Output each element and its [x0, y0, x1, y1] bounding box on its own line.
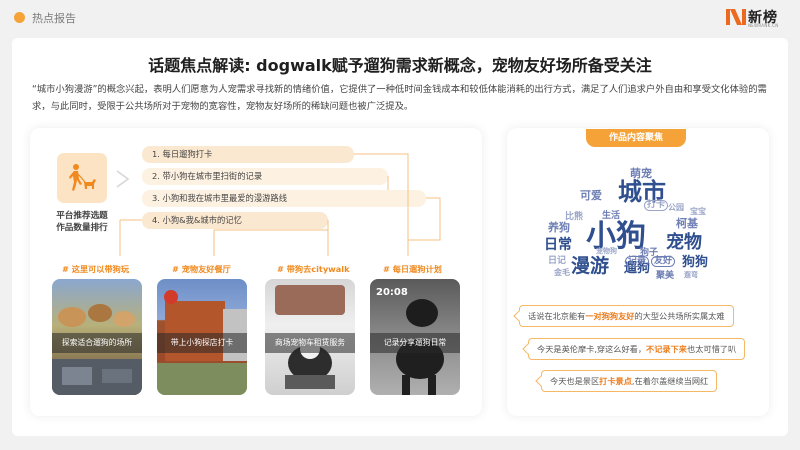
cloud-word: 聚美 [656, 271, 675, 281]
cloud-word: 漫游 [571, 255, 610, 277]
cloud-word: 宝宝 [690, 207, 706, 216]
thumbnail-caption: 探索适合遛狗的场所 [52, 333, 142, 353]
cloud-word: 打卡 [644, 200, 669, 211]
cloud-word: 宠物狗 [596, 247, 617, 255]
cloud-word: 狗子 [640, 248, 659, 258]
tag-dog-citywalk[interactable]: # 带狗去citywalk [277, 263, 350, 275]
cloud-word: 可爱 [580, 189, 602, 202]
thumbnail-2[interactable]: 带上小狗探店打卡 [157, 279, 247, 395]
thumbnail-1[interactable]: 探索适合遛狗的场所 [52, 279, 142, 395]
quote-bubble-2: 今天是英伦摩卡,穿这么好看，不记录下来也太可惜了叭 [522, 338, 746, 360]
focus-section-label: 作品内容聚焦 [586, 129, 686, 147]
cloud-word: 宠物 [666, 232, 702, 253]
tag-daily-walk[interactable]: # 每日遛狗计划 [383, 263, 442, 275]
thumbnail-caption: 带上小狗探店打卡 [157, 333, 247, 353]
quote-bubble-3: 今天也是景区打卡景点,在着尔盖继续当网红 [535, 370, 718, 392]
cloud-word: 日常 [544, 237, 572, 253]
quote-bubble-1: 话说在北京能有一对狗狗友好的大型公共场所实属太难 [513, 305, 734, 327]
cloud-word: 日记 [548, 256, 567, 266]
thumbnail-caption: 记录分享遛狗日常 [370, 333, 460, 353]
cloud-word: 萌宠 [630, 167, 652, 180]
cloud-word: 公园 [668, 203, 684, 212]
tag-pet-restaurant[interactable]: # 宠物友好餐厅 [172, 263, 231, 275]
cloud-word: 遛弯 [684, 271, 698, 279]
thumbnail-4[interactable]: 20:08 记录分享遛狗日常 [370, 279, 460, 395]
cloud-word: 养狗 [548, 221, 570, 234]
tag-pet-play[interactable]: # 这里可以带狗玩 [62, 263, 129, 275]
thumbnail-3[interactable]: 商场宠物车租赁服务 [265, 279, 355, 395]
cloud-word: 金毛 [554, 268, 570, 277]
thumbnail-timestamp: 20:08 [376, 287, 408, 298]
cloud-word: 狗狗 [682, 255, 709, 270]
cloud-word: 比熊 [565, 212, 584, 222]
cloud-word: 生活 [602, 211, 621, 221]
thumbnail-caption: 商场宠物车租赁服务 [265, 333, 355, 353]
cloud-word: 柯基 [676, 217, 698, 230]
